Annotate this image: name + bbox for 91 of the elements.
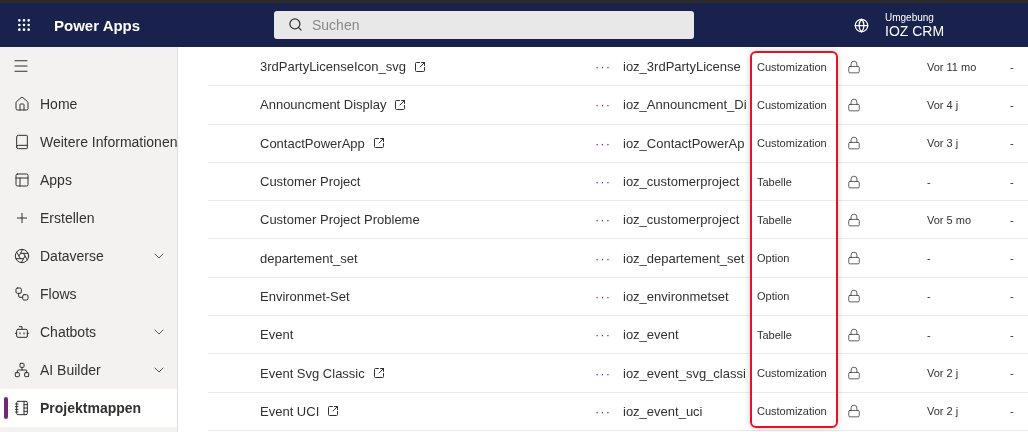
sidebar-item[interactable]: AI Builder [0, 351, 177, 389]
schema-name: ioz_environmetset [623, 288, 730, 304]
more-options[interactable]: ··· [595, 403, 623, 419]
schema-name: ioz_Announcment_Di [623, 97, 748, 113]
solution-name[interactable]: Environmet-Set [260, 288, 350, 304]
more-options[interactable]: ··· [595, 250, 623, 266]
external-link-icon[interactable] [327, 405, 340, 418]
external-link-icon[interactable] [372, 137, 385, 150]
type-cell-text: Option [756, 290, 791, 303]
more-options[interactable]: ··· [595, 97, 623, 113]
solution-name[interactable]: Customer Project Probleme [260, 212, 420, 228]
table-cell: - [1010, 290, 1014, 303]
type-cell-text: Customization [756, 405, 828, 418]
modified-cell-text: - [927, 175, 932, 188]
table-cell: - [1010, 137, 1014, 150]
app-name: Power Apps [54, 16, 142, 34]
solution-name[interactable]: 3rdPartyLicenseIcon_svg [260, 59, 406, 75]
schema-name: ioz_customerproject [623, 174, 741, 190]
sidebar-item[interactable]: Weitere Informationen [0, 123, 177, 161]
table-cell: - [1010, 367, 1014, 379]
schema-name: ioz_customerproject [623, 212, 741, 228]
notebook-icon [14, 400, 30, 416]
sidebar-item[interactable]: Chatbots [0, 313, 177, 351]
schema-name: ioz_event [623, 327, 680, 343]
table-cell: - [1010, 60, 1014, 73]
more-options[interactable]: ··· [595, 59, 623, 75]
book-icon [14, 134, 30, 150]
more-options[interactable]: ··· [595, 288, 623, 304]
solution-name[interactable]: departement_set [260, 250, 358, 266]
solution-name[interactable]: Event Svg Classic [260, 365, 365, 381]
modified-cell-text: Vor 2 j [927, 367, 960, 379]
search-field[interactable]: Suchen [274, 11, 694, 39]
environment-name[interactable]: IOZ CRM [885, 22, 945, 39]
type-cell-text: Customization [756, 367, 828, 379]
home-icon [14, 96, 30, 112]
plus-icon [14, 210, 30, 226]
type-cell-text: Tabelle [756, 175, 793, 188]
sidebar-item[interactable]: Erstellen [0, 199, 177, 237]
table-cell: - [1010, 98, 1014, 111]
modified-cell-text: - [927, 328, 932, 341]
type-cell-text: Customization [756, 137, 828, 150]
modified-cell-text: Vor 3 j [927, 137, 960, 150]
robot-icon [14, 324, 30, 340]
app-launcher-icon[interactable] [16, 17, 32, 33]
schema-name: ioz_3rdPartyLicense [623, 59, 742, 75]
schema-name: ioz_ContactPowerAp [623, 135, 746, 151]
panels-icon [14, 172, 30, 188]
search-icon [288, 17, 303, 32]
type-cell-text: Tabelle [756, 328, 793, 341]
type-cell-text: Tabelle [756, 213, 793, 226]
environment-label: Umgebung [885, 11, 935, 23]
aperture-icon [14, 248, 30, 264]
type-cell-text: Option [756, 252, 791, 265]
table-cell: - [1010, 405, 1014, 418]
table-cell: - [1010, 213, 1014, 226]
globe-icon[interactable] [854, 17, 869, 33]
more-options[interactable]: ··· [595, 365, 623, 381]
menu-icon[interactable] [12, 57, 30, 75]
modified-cell-text: Vor 4 j [927, 98, 960, 111]
schema-name: ioz_event_uci [623, 403, 704, 419]
schema-name: ioz_event_svg_classi [623, 365, 747, 381]
more-options[interactable]: ··· [595, 174, 623, 190]
table-cell: - [1010, 252, 1014, 265]
schema-name: ioz_departement_set [623, 250, 746, 266]
sidebar-item[interactable]: Dataverse [0, 237, 177, 275]
modified-cell-text: Vor 11 mo [927, 60, 978, 73]
solution-name[interactable]: Event [260, 327, 294, 343]
sidebar-item[interactable]: Flows [0, 275, 177, 313]
external-link-icon[interactable] [394, 98, 407, 111]
modified-cell-text: Vor 5 mo [927, 213, 973, 226]
sidebar-item[interactable]: Home [0, 85, 177, 123]
network-icon [14, 362, 30, 378]
table-cell: - [1010, 175, 1014, 188]
type-cell-text: Customization [756, 98, 828, 111]
flow-icon [14, 286, 30, 302]
modified-cell-text: - [927, 290, 932, 303]
type-cell-text: Customization [756, 60, 828, 73]
more-options[interactable]: ··· [595, 135, 623, 151]
solution-name[interactable]: Event UCI [260, 403, 320, 419]
modified-cell-text: Vor 2 j [927, 405, 960, 418]
sidebar-item[interactable]: Projektmappen [0, 389, 177, 427]
solution-name[interactable]: Customer Project [260, 174, 361, 190]
more-options[interactable]: ··· [595, 327, 623, 343]
table-cell: - [1010, 328, 1014, 341]
solution-name[interactable]: Announcment Display [260, 97, 387, 113]
external-link-icon[interactable] [372, 367, 385, 379]
sidebar-item[interactable]: Apps [0, 161, 177, 199]
more-options[interactable]: ··· [595, 212, 623, 228]
solution-name[interactable]: ContactPowerApp [260, 135, 365, 151]
external-link-icon[interactable] [414, 60, 426, 73]
modified-cell-text: - [927, 252, 932, 265]
